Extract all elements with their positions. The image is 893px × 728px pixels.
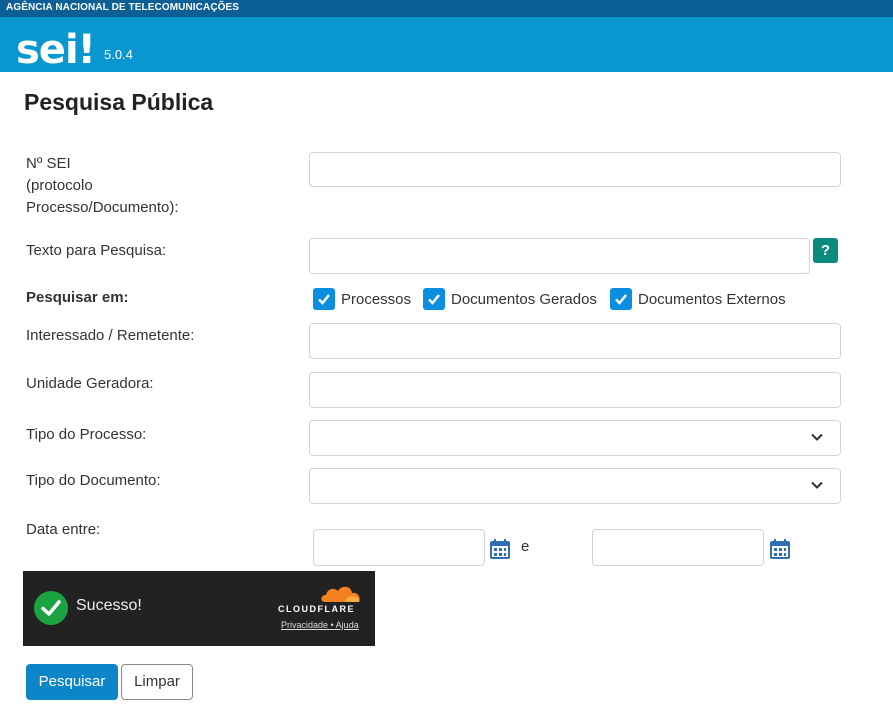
captcha-links[interactable]: Privacidade • Ajuda [281,620,359,630]
data-label: Data entre: [26,521,101,538]
checkbox-icon[interactable] [313,288,335,310]
checkbox-label: Documentos Gerados [451,290,597,308]
unidade-input[interactable] [309,372,841,408]
agency-bar: AGÊNCIA NACIONAL DE TELECOMUNICAÇÕES [0,0,893,17]
texto-input[interactable] [309,238,810,274]
success-check-icon [34,591,68,625]
search-button[interactable]: Pesquisar [26,664,118,700]
nsei-label: Nº SEI (protocolo Processo/Documento): [26,155,179,216]
unidade-label: Unidade Geradora: [26,375,154,392]
calendar-icon[interactable] [769,538,791,560]
nsei-input[interactable] [309,152,841,187]
checkbox-processos[interactable]: Processos [313,288,411,310]
clear-button[interactable]: Limpar [121,664,193,700]
agency-name: AGÊNCIA NACIONAL DE TELECOMUNICAÇÕES [6,2,240,13]
tipo-documento-label: Tipo do Documento: [26,472,161,489]
interessado-label: Interessado / Remetente: [26,327,195,344]
data-start-input[interactable] [313,529,485,566]
texto-label: Texto para Pesquisa: [26,242,167,259]
checkbox-documentos-externos[interactable]: Documentos Externos [610,288,786,310]
captcha-status: Sucesso! [76,597,142,614]
checkbox-icon[interactable] [423,288,445,310]
checkbox-documentos-gerados[interactable]: Documentos Gerados [423,288,597,310]
chevron-down-icon [811,481,823,489]
tipo-processo-select[interactable] [309,420,841,456]
page-title: Pesquisa Pública [24,89,214,115]
checkbox-label: Documentos Externos [638,290,786,308]
tipo-documento-select[interactable] [309,468,841,504]
data-end-input[interactable] [592,529,764,566]
pesquisar-em-label: Pesquisar em: [26,289,129,306]
calendar-icon[interactable] [489,538,511,560]
app-header: sei! 5.0.4 [0,17,893,72]
cloudflare-brand: CLOUDFLARE [278,604,355,614]
help-button[interactable]: ? [813,238,838,263]
date-separator: e [521,538,530,555]
sei-logo[interactable]: sei! [16,30,96,70]
tipo-processo-label: Tipo do Processo: [26,426,147,443]
cloudflare-captcha[interactable]: Sucesso! CLOUDFLARE Privacidade • Ajuda [23,571,375,646]
interessado-input[interactable] [309,323,841,359]
chevron-down-icon [811,433,823,441]
app-version: 5.0.4 [104,47,133,62]
checkbox-label: Processos [341,290,412,308]
checkbox-icon[interactable] [610,288,632,310]
cloudflare-cloud-icon [321,586,360,602]
